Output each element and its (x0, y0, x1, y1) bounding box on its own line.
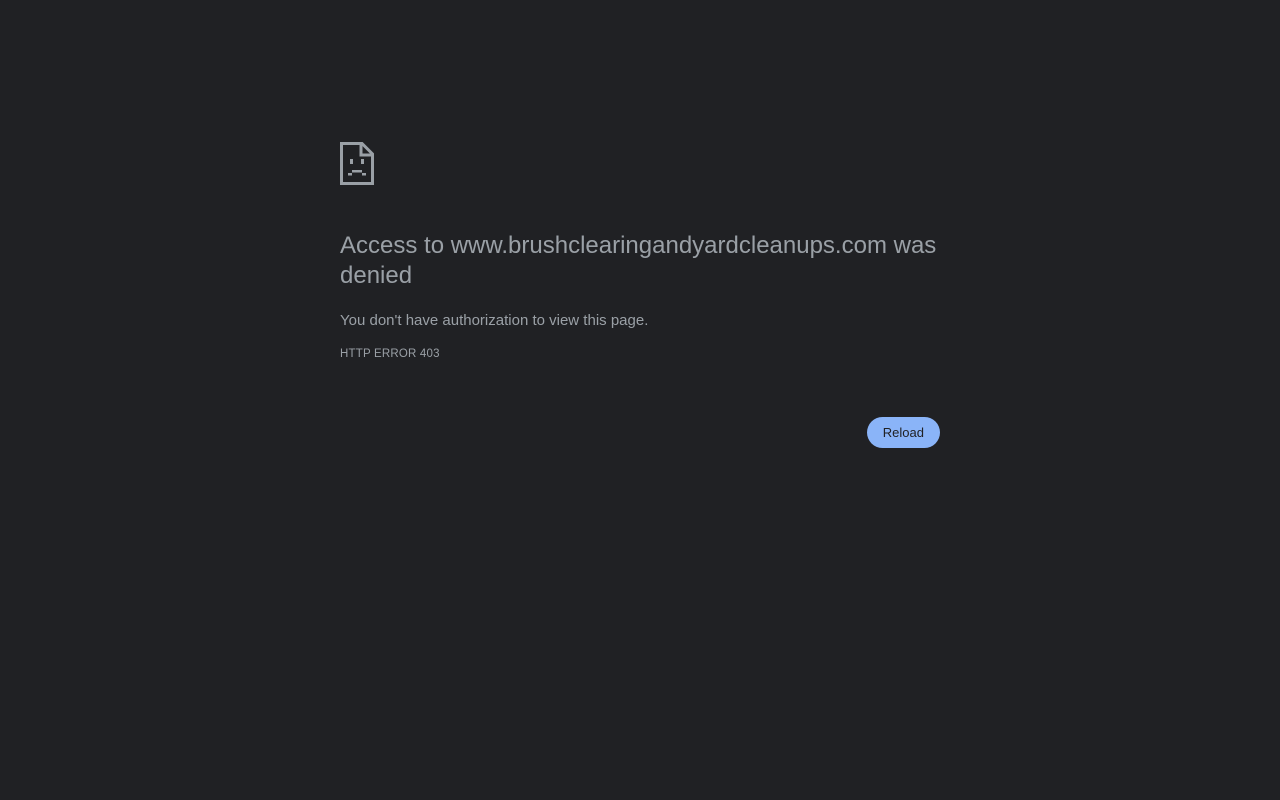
page-title: Access to www.brushclearingandyardcleanu… (340, 232, 937, 289)
error-message: You don't have authorization to view thi… (340, 312, 649, 329)
error-code: HTTP ERROR 403 (340, 348, 440, 360)
button-row: Reload (340, 417, 940, 448)
reload-button[interactable]: Reload (866, 417, 940, 448)
sad-page-icon (340, 142, 374, 185)
error-container: Access to www.brushclearingandyardcleanu… (340, 142, 940, 362)
